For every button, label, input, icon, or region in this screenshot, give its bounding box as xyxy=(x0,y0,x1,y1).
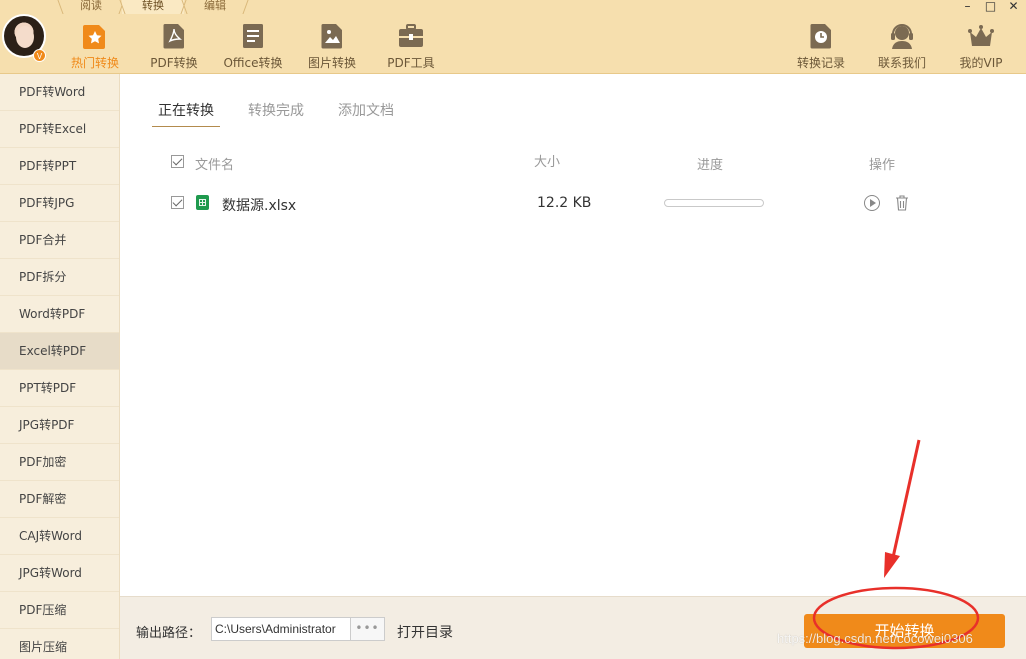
sidebar-item-excel-to-pdf[interactable]: Excel转PDF xyxy=(0,333,119,370)
toolbar-label: 热门转换 xyxy=(70,56,119,70)
close-button[interactable]: ✕ xyxy=(1007,0,1020,13)
toolbar-label: PDF转换 xyxy=(150,56,198,70)
document-icon xyxy=(243,24,263,48)
toolbar-hot-convert[interactable]: 热门转换 xyxy=(55,22,135,71)
tab-edit[interactable]: 编辑 xyxy=(184,0,246,14)
avatar-face xyxy=(16,26,34,48)
sidebar-item-jpg-to-pdf[interactable]: JPG转PDF xyxy=(0,407,119,444)
toolbar-office-convert[interactable]: Office转换 xyxy=(213,22,293,71)
column-header-size: 大小 xyxy=(534,155,561,170)
select-all-checkbox[interactable] xyxy=(171,155,184,168)
sidebar-item-pdf-decrypt[interactable]: PDF解密 xyxy=(0,481,119,518)
sidebar-item-pdf-split[interactable]: PDF拆分 xyxy=(0,259,119,296)
conversion-tabs: 正在转换 转换完成 添加文档 xyxy=(152,100,422,127)
toolbar-label: 图片转换 xyxy=(307,56,356,70)
watermark: https://blog.csdn.net/cocowei0306 xyxy=(777,631,973,646)
sidebar-item-pdf-to-word[interactable]: PDF转Word xyxy=(0,74,119,111)
row-checkbox[interactable] xyxy=(171,196,184,209)
tab-convert[interactable]: 转换 xyxy=(122,0,184,14)
toolbar-pdf-tools[interactable]: PDF工具 xyxy=(371,22,451,71)
excel-file-icon xyxy=(196,195,209,210)
sidebar-item-image-compress[interactable]: 图片压缩 xyxy=(0,629,119,659)
headset-icon xyxy=(891,24,913,49)
crown-icon xyxy=(968,25,994,46)
sidebar-item-pdf-to-excel[interactable]: PDF转Excel xyxy=(0,111,119,148)
output-path-box: ••• xyxy=(211,617,385,641)
toolbar-label: PDF工具 xyxy=(387,56,435,70)
sidebar-item-pdf-to-jpg[interactable]: PDF转JPG xyxy=(0,185,119,222)
sidebar-item-ppt-to-pdf[interactable]: PPT转PDF xyxy=(0,370,119,407)
sidebar: PDF转Word PDF转Excel PDF转PPT PDF转JPG PDF合并… xyxy=(0,74,120,659)
column-header-actions: 操作 xyxy=(869,158,896,173)
toolbar-my-vip[interactable]: 我的VIP xyxy=(941,22,1021,71)
tab-completed[interactable]: 转换完成 xyxy=(242,100,310,127)
file-name: 数据源.xlsx xyxy=(222,198,297,214)
mode-tabs: 阅读 转换 编辑 xyxy=(60,0,246,14)
play-icon[interactable] xyxy=(864,195,880,211)
main-panel: 正在转换 转换完成 添加文档 文件名 大小 进度 操作 数据源.xlsx 12.… xyxy=(120,74,1026,596)
top-toolbar: 阅读 转换 编辑 V 热门转换 PDF转换 Office转换 图片转换 PDF工… xyxy=(0,0,1026,74)
sidebar-item-pdf-merge[interactable]: PDF合并 xyxy=(0,222,119,259)
file-size: 12.2 KB xyxy=(537,195,592,211)
star-icon xyxy=(83,25,105,49)
output-path-label: 输出路径： xyxy=(136,626,202,641)
toolbar-contact[interactable]: 联系我们 xyxy=(862,22,942,71)
toolbar-history[interactable]: 转换记录 xyxy=(781,22,861,71)
pdf-icon xyxy=(163,24,184,49)
progress-bar xyxy=(664,199,764,207)
browse-button[interactable]: ••• xyxy=(350,618,384,640)
sidebar-item-pdf-compress[interactable]: PDF压缩 xyxy=(0,592,119,629)
tab-converting[interactable]: 正在转换 xyxy=(152,100,220,127)
clock-icon xyxy=(810,24,831,49)
window-controls: – □ ✕ xyxy=(961,0,1020,13)
tab-add-document[interactable]: 添加文档 xyxy=(332,100,400,127)
maximize-button[interactable]: □ xyxy=(984,0,997,13)
sidebar-item-jpg-to-word[interactable]: JPG转Word xyxy=(0,555,119,592)
toolbar-label: 联系我们 xyxy=(877,56,926,70)
open-directory-link[interactable]: 打开目录 xyxy=(397,622,453,642)
trash-icon[interactable] xyxy=(895,195,909,211)
image-icon xyxy=(321,24,342,49)
sidebar-item-caj-to-word[interactable]: CAJ转Word xyxy=(0,518,119,555)
toolbar-label: 转换记录 xyxy=(796,56,845,70)
minimize-button[interactable]: – xyxy=(961,0,974,13)
toolbar-image-convert[interactable]: 图片转换 xyxy=(292,22,372,71)
toolbar-pdf-convert[interactable]: PDF转换 xyxy=(134,22,214,71)
vip-badge: V xyxy=(33,49,46,62)
sidebar-item-pdf-encrypt[interactable]: PDF加密 xyxy=(0,444,119,481)
toolbox-icon xyxy=(399,24,423,47)
sidebar-item-word-to-pdf[interactable]: Word转PDF xyxy=(0,296,119,333)
toolbar-label: 我的VIP xyxy=(959,56,1003,70)
sidebar-item-pdf-to-ppt[interactable]: PDF转PPT xyxy=(0,148,119,185)
tab-read[interactable]: 阅读 xyxy=(60,0,122,14)
output-path-input[interactable] xyxy=(212,618,350,640)
toolbar-label: Office转换 xyxy=(223,56,283,70)
column-header-name: 文件名 xyxy=(195,158,235,173)
column-header-progress: 进度 xyxy=(697,158,724,173)
footer-bar: 输出路径： ••• 打开目录 开始转换 xyxy=(120,596,1026,659)
